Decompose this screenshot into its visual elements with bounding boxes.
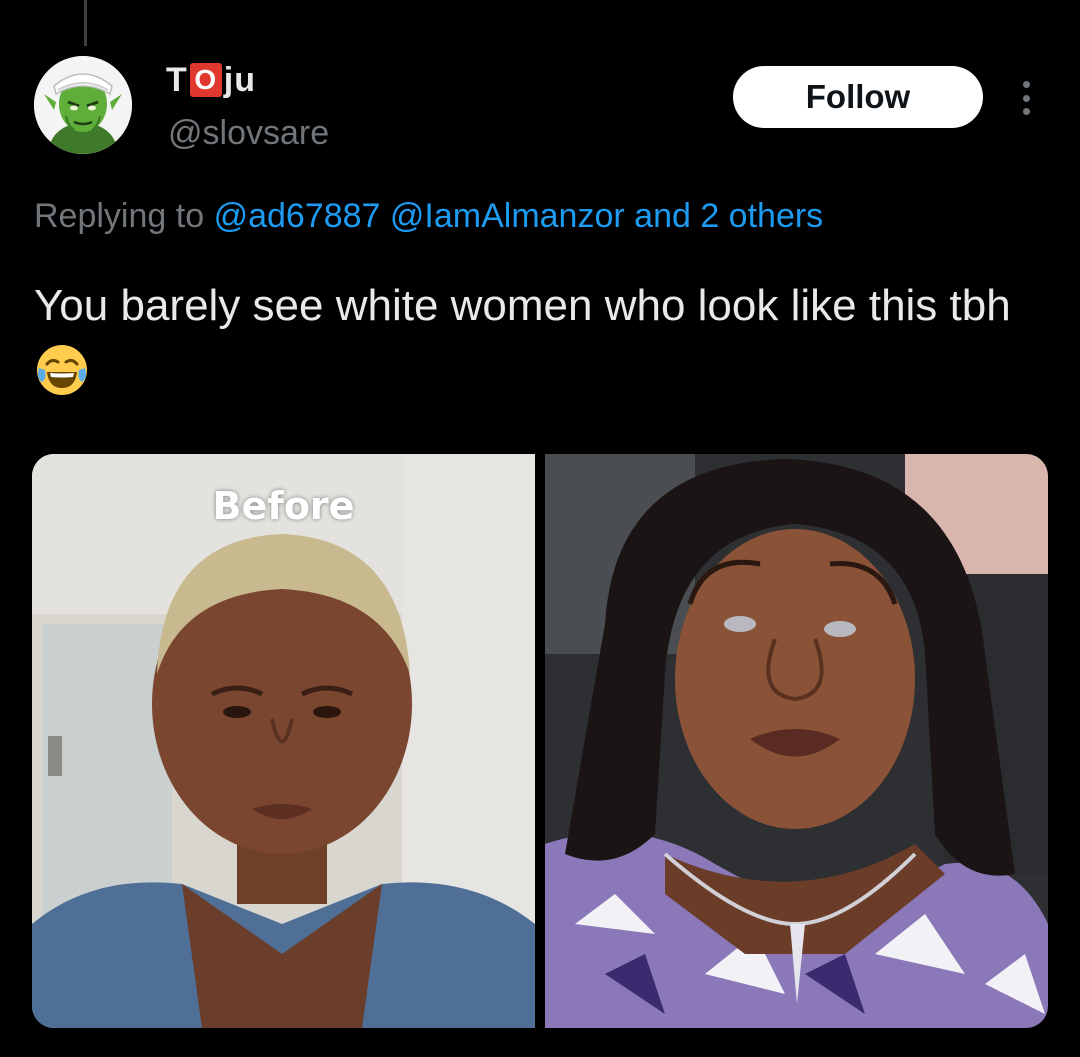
before-label: Before xyxy=(212,484,355,528)
display-name-suffix: ju xyxy=(223,61,256,99)
tweet-body: You barely see white women who look like… xyxy=(34,281,1011,330)
replying-others-link[interactable]: and 2 others xyxy=(634,197,823,235)
thread-connector-line xyxy=(84,0,87,46)
media-photo-left[interactable]: Before xyxy=(32,454,535,1028)
avatar[interactable] xyxy=(34,56,132,154)
media-photo-right[interactable] xyxy=(545,454,1048,1028)
photo-right-image xyxy=(545,454,1048,1028)
replying-to-line: Replying to @ad67887 @IamAlmanzor and 2 … xyxy=(34,194,823,238)
follow-button[interactable]: Follow xyxy=(733,66,983,128)
tweet-media-grid[interactable]: Before xyxy=(32,454,1048,1028)
face-with-tears-of-joy-icon xyxy=(37,345,87,395)
green-character-avatar-icon xyxy=(34,56,132,154)
user-handle[interactable]: @slovsare xyxy=(168,112,329,154)
mention-link-2[interactable]: @IamAlmanzor xyxy=(390,197,625,235)
display-name-prefix: T xyxy=(166,61,188,99)
mention-link-1[interactable]: @ad67887 xyxy=(214,197,381,235)
tweet-text: You barely see white women who look like… xyxy=(34,272,1044,408)
replying-prefix: Replying to xyxy=(34,197,205,235)
photo-left-image xyxy=(32,454,535,1028)
more-vertical-icon[interactable] xyxy=(1012,78,1040,118)
display-name[interactable]: T O ju xyxy=(166,60,256,100)
display-name-badge: O xyxy=(189,63,222,97)
tweet-reply: T O ju @slovsare Follow Replying to @ad6… xyxy=(0,0,1080,1057)
